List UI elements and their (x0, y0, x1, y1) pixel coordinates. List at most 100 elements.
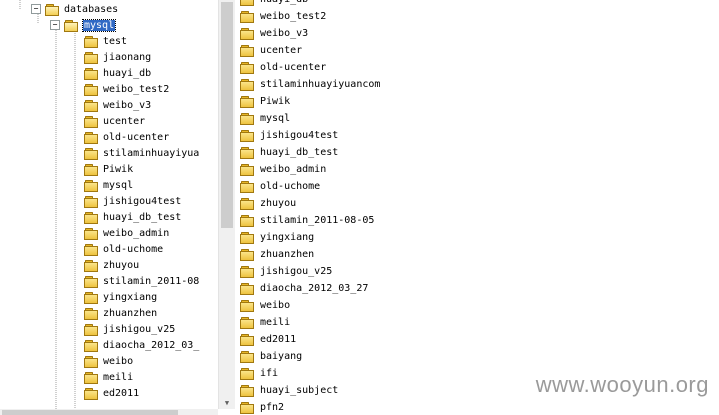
tree-item-label: jiaonang (103, 51, 152, 63)
list-item-label: ifi (260, 367, 279, 379)
list-item[interactable]: zhuyou (240, 195, 296, 211)
folder-icon (240, 146, 254, 159)
tree-item[interactable]: Piwik (84, 161, 133, 177)
database-tree-pane[interactable]: − databases − mysql test jiaonang huayi_db… (0, 0, 218, 409)
tree-item[interactable]: old-ucenter (84, 129, 169, 145)
list-item[interactable]: Piwik (240, 93, 290, 109)
list-item[interactable]: weibo_test2 (240, 8, 326, 24)
tree-item-label: weibo (103, 355, 134, 367)
list-item[interactable]: baiyang (240, 348, 302, 364)
list-item-label: weibo_test2 (260, 10, 327, 22)
folder-icon (240, 316, 254, 329)
list-item-label: huayi_subject (260, 384, 339, 396)
folder-icon (240, 384, 254, 397)
scrollbar-thumb[interactable] (2, 410, 178, 415)
list-item[interactable]: mysql (240, 110, 290, 126)
tree-item-label: meili (103, 371, 134, 383)
tree-item[interactable]: mysql (84, 177, 133, 193)
tree-item[interactable]: jiaonang (84, 49, 151, 65)
list-item[interactable]: huayi_db_test (240, 144, 338, 160)
tree-item-mysql-selected[interactable]: mysql (64, 17, 117, 33)
tree-item[interactable]: jishigou4test (84, 193, 181, 209)
expander-minus-icon[interactable]: − (50, 20, 60, 30)
folder-icon (240, 367, 254, 380)
tree-item[interactable]: jishigou_v25 (84, 321, 175, 337)
tree-item[interactable]: zhuanzhen (84, 305, 157, 321)
folder-icon (84, 387, 98, 400)
tree-item[interactable]: weibo_admin (84, 225, 169, 241)
tree-item-databases[interactable]: databases (45, 1, 118, 17)
tree-item[interactable]: huayi_db_test (84, 209, 181, 225)
tree-item-label: stilamin_2011-08 (103, 275, 200, 287)
list-item[interactable]: stilaminhuayiyuancom (240, 76, 380, 92)
folder-icon (240, 10, 254, 23)
tree-item[interactable]: huayi_db (84, 65, 151, 81)
list-item[interactable]: ucenter (240, 42, 302, 58)
list-item-label: stilaminhuayiyuancom (260, 78, 381, 90)
scrollbar-thumb[interactable] (221, 2, 233, 228)
list-item[interactable]: yingxiang (240, 229, 314, 245)
expander-minus-icon[interactable]: − (31, 4, 41, 14)
tree-item[interactable]: diaocha_2012_03_ (84, 337, 199, 353)
tree-item[interactable]: stilamin_2011-08 (84, 273, 199, 289)
tree-item[interactable]: weibo_test2 (84, 81, 169, 97)
list-item[interactable]: ifi (240, 365, 278, 381)
list-item[interactable]: diaocha_2012_03_27 (240, 280, 368, 296)
list-item-label: jishigou4test (260, 129, 339, 141)
tree-item-label: zhuanzhen (103, 307, 158, 319)
list-item[interactable]: huayi_db (240, 0, 308, 7)
tree-item[interactable]: weibo_v3 (84, 97, 151, 113)
scroll-down-arrow-icon[interactable]: ▼ (219, 397, 235, 409)
tree-item-label: databases (64, 3, 119, 15)
tree-item-label: mysql (81, 18, 117, 32)
tree-item-label: mysql (103, 179, 134, 191)
list-item[interactable]: weibo_v3 (240, 25, 308, 41)
tree-item[interactable]: weibo (84, 353, 133, 369)
list-item[interactable]: pfn2 (240, 399, 284, 415)
list-item[interactable]: jishigou_v25 (240, 263, 332, 279)
list-item[interactable]: stilamin_2011-08-05 (240, 212, 374, 228)
list-item-label: weibo_admin (260, 163, 327, 175)
folder-icon (84, 99, 98, 112)
tree-horizontal-scrollbar[interactable] (0, 409, 218, 415)
tree-item[interactable]: ed2011 (84, 385, 139, 401)
folder-icon (84, 355, 98, 368)
list-item[interactable]: old-uchome (240, 178, 320, 194)
list-item[interactable]: huayi_subject (240, 382, 338, 398)
list-item[interactable]: weibo_admin (240, 161, 326, 177)
tree-vertical-scrollbar[interactable]: ▼ (218, 0, 235, 409)
list-item[interactable]: meili (240, 314, 290, 330)
list-item-label: baiyang (260, 350, 303, 362)
list-item[interactable]: weibo (240, 297, 290, 313)
folder-icon (240, 265, 254, 278)
list-item-label: pfn2 (260, 401, 285, 413)
list-item-label: mysql (260, 112, 291, 124)
folder-icon (240, 231, 254, 244)
tree-item[interactable]: yingxiang (84, 289, 157, 305)
database-list-pane[interactable]: huayi_db weibo_test2 weibo_v3ucenter old-u… (236, 0, 719, 415)
tree-item-label: old-uchome (103, 243, 164, 255)
list-item-label: diaocha_2012_03_27 (260, 282, 369, 294)
tree-item[interactable]: old-uchome (84, 241, 163, 257)
tree-item-label: zhuyou (103, 259, 140, 271)
list-item[interactable]: old-ucenter (240, 59, 326, 75)
folder-icon (84, 67, 98, 80)
tree-item[interactable]: meili (84, 369, 133, 385)
tree-item-label: test (103, 35, 128, 47)
list-item-label: zhuanzhen (260, 248, 315, 260)
tree-item[interactable]: zhuyou (84, 257, 139, 273)
tree-item[interactable]: ucenter (84, 113, 145, 129)
tree-item-label: Piwik (103, 163, 134, 175)
list-item[interactable]: ed2011 (240, 331, 296, 347)
folder-icon (84, 83, 98, 96)
folder-icon (84, 51, 98, 64)
list-item-label: weibo_v3 (260, 27, 309, 39)
list-item[interactable]: jishigou4test (240, 127, 338, 143)
folder-icon (84, 339, 98, 352)
list-item[interactable]: zhuanzhen (240, 246, 314, 262)
folder-icon (84, 291, 98, 304)
tree-item[interactable]: stilaminhuayiyua (84, 145, 199, 161)
folder-icon (240, 61, 254, 74)
tree-item[interactable]: test (84, 33, 127, 49)
folder-icon (84, 195, 98, 208)
